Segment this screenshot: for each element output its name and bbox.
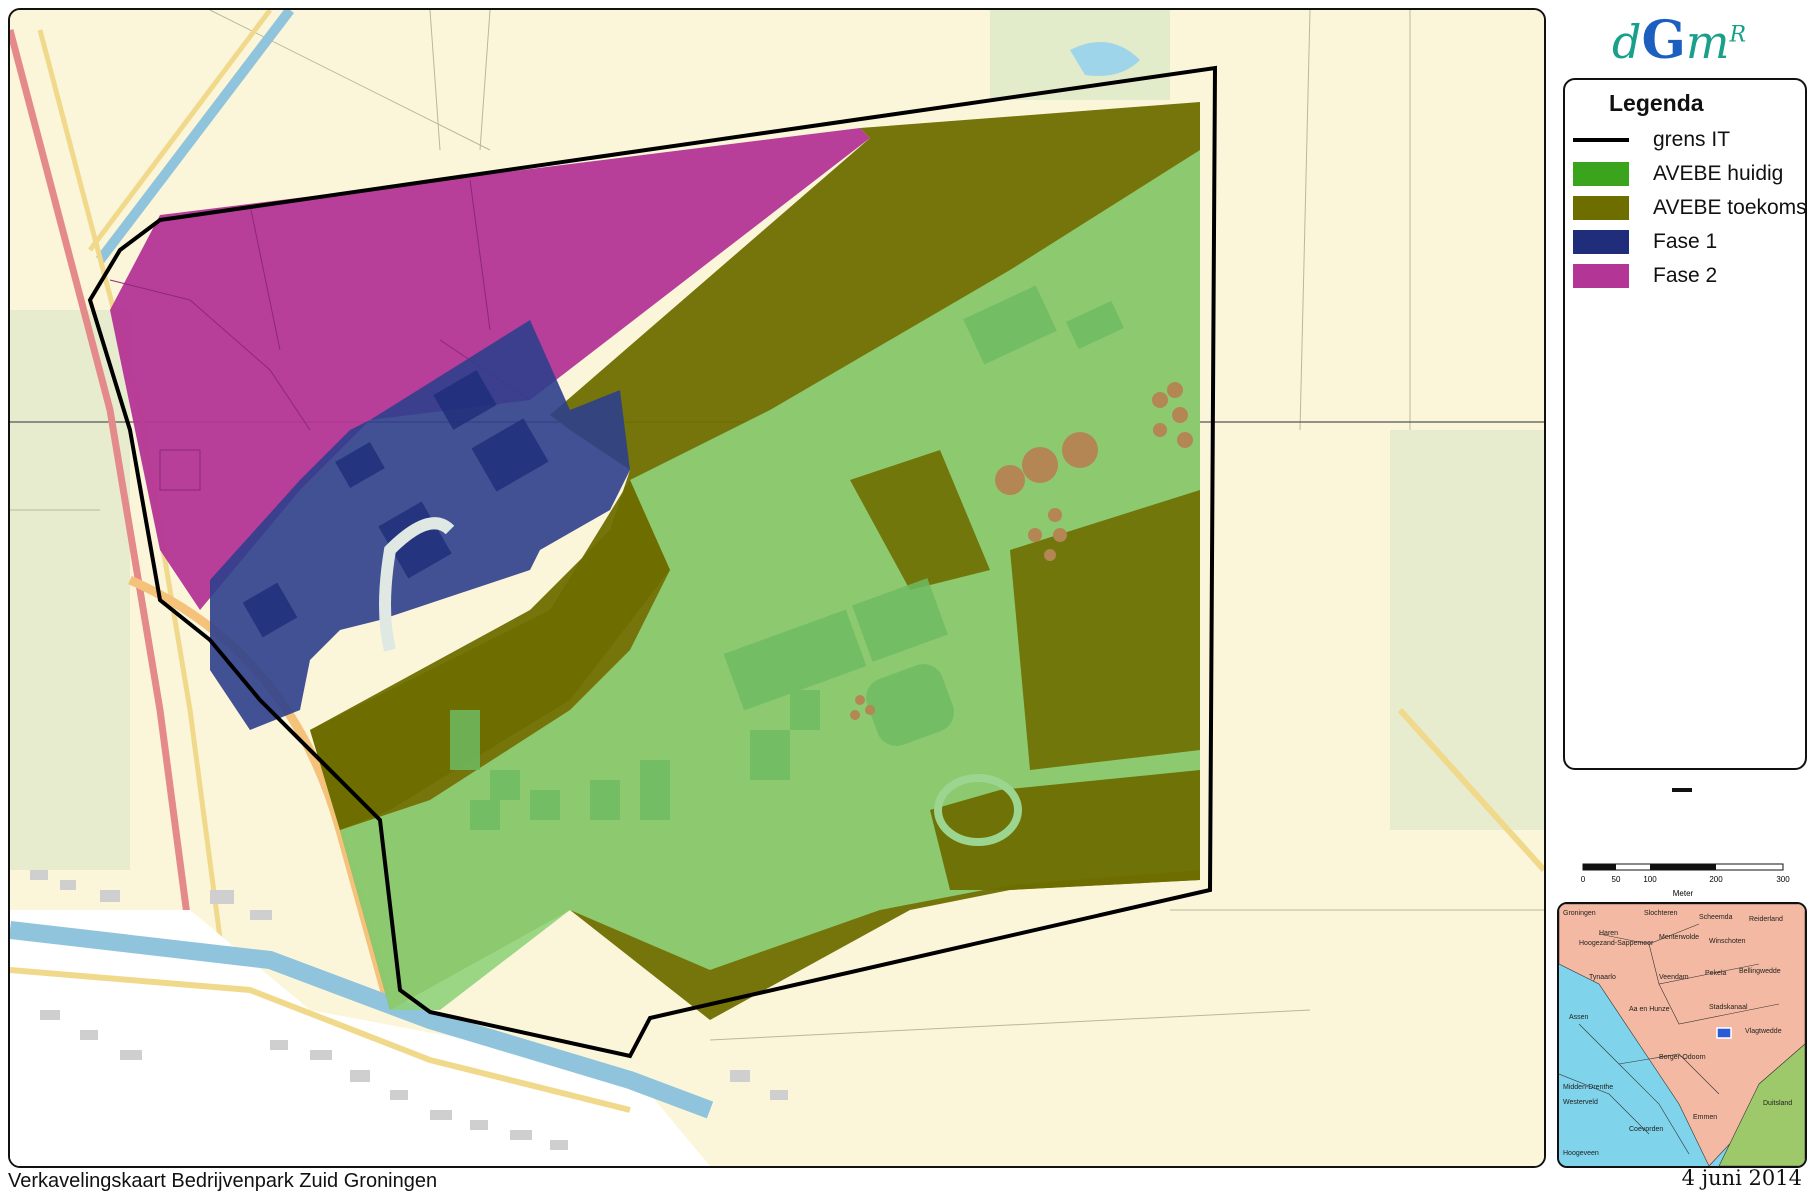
legend-swatch [1573,230,1629,254]
inset-label: Hoogezand-Sappemeer [1579,940,1654,947]
legend-item-fase-1: Fase 1 [1573,228,1803,256]
dgmr-logo: dGmR [1612,10,1762,71]
scale-tick: 300 [1776,875,1790,884]
legend-swatch [1573,196,1629,220]
legend-item-fase-2: Fase 2 [1573,262,1803,290]
scale-bar: 0 50 100 200 300 Meter [1581,863,1790,898]
inset-label: Winschoten [1709,938,1746,945]
inset-label: Bellingwedde [1739,968,1781,975]
inset-label: Emmen [1693,1114,1718,1121]
map-canvas[interactable] [8,8,1546,1168]
logo-m: m [1685,15,1730,69]
logo-g: G [1641,10,1686,71]
legend-title: Legenda [1609,90,1704,116]
inset-label: Aa en Hunze [1629,1006,1670,1013]
green-field [1390,430,1544,830]
map-date: 4 juni 2014 [1681,1166,1802,1190]
scale-tick: 100 [1643,875,1657,884]
legend-item-grens-it: grens IT [1573,126,1803,154]
inset-label: Midden-Drenthe [1563,1084,1614,1091]
logo-d: d [1612,15,1642,69]
scale-tick: 0 [1581,875,1586,884]
map-caption: Verkavelingskaart Bedrijvenpark Zuid Gro… [8,1170,438,1192]
inset-label: Reiderland [1749,916,1783,923]
map-svg [10,10,1544,1166]
inset-label: Tynaarlo [1589,974,1616,981]
legend-label: AVEBE toekomst [1653,196,1807,219]
inset-label: Vlagtwedde [1745,1028,1782,1035]
inset-label: Hoogeveen [1563,1150,1599,1157]
logo-r: R [1729,22,1747,48]
inset-label: Scheemda [1699,914,1733,921]
inset-label: Coevorden [1629,1126,1664,1133]
legend-label: AVEBE huidig [1653,162,1784,185]
inset-label: Veendam [1659,974,1689,981]
green-field [10,310,130,870]
legend-panel: Legenda grens IT AVEBE huidig AVEBE toek… [1563,78,1807,770]
overview-inset-map: Groningen Haren Slochteren Scheemda Reid… [1557,902,1807,1168]
inset-label: Borger-Odoorn [1659,1054,1706,1061]
inset-label: Haren [1599,930,1619,937]
inset-label: Slochteren [1644,910,1678,917]
legend-item-avebe-huidig: AVEBE huidig [1573,160,1803,188]
legend-label: grens IT [1653,128,1731,151]
legend-line-symbol [1573,138,1629,142]
inset-label: Groningen [1563,910,1596,917]
inset-label: Stadskanaal [1709,1004,1748,1011]
inset-label: Duitsland [1763,1100,1793,1107]
inset-label: Menterwolde [1659,934,1700,941]
inset-label: Westerveld [1563,1099,1598,1106]
legend-item-avebe-toekomst: AVEBE toekomst [1573,194,1805,222]
legend-label: Fase 2 [1653,264,1718,287]
north-marker [1672,788,1692,792]
legend-label: Fase 1 [1653,230,1718,253]
inset-labels: Groningen Haren Slochteren Scheemda Reid… [1559,904,1805,1166]
scale-unit: Meter [1673,889,1694,898]
legend-swatch [1573,162,1629,186]
inset-label: Assen [1569,1014,1589,1021]
scale-tick: 200 [1709,875,1723,884]
legend-swatch [1573,264,1629,288]
scale-tick: 50 [1612,875,1621,884]
inset-label: Pekela [1705,970,1727,977]
